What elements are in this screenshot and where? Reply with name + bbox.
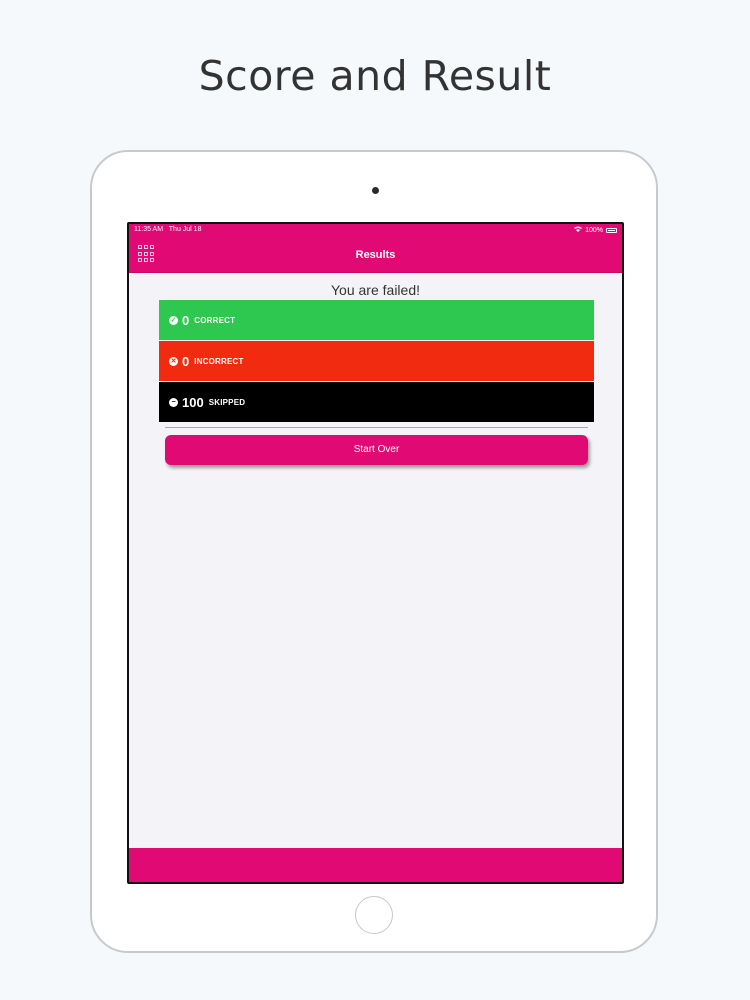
divider <box>165 427 588 428</box>
correct-count: 0 <box>182 312 190 328</box>
stat-row-correct: ✓ 0 CORRECT <box>159 300 594 340</box>
battery-percent: 100% <box>585 226 603 234</box>
skipped-label: SKIPPED <box>208 397 246 407</box>
check-circle-icon: ✓ <box>169 315 178 325</box>
camera-dot <box>372 187 379 194</box>
incorrect-label: INCORRECT <box>194 356 244 366</box>
home-button[interactable] <box>355 896 393 934</box>
battery-icon <box>606 227 617 233</box>
wifi-icon <box>574 226 583 234</box>
stat-row-incorrect: ✕ 0 INCORRECT <box>159 341 594 381</box>
app-screen: 11:35 AM Thu Jul 18 100% Results You are… <box>129 224 622 882</box>
minus-circle-icon: − <box>169 397 178 407</box>
status-time-date: 11:35 AM Thu Jul 18 <box>134 226 201 233</box>
nav-bar: Results <box>129 236 622 273</box>
incorrect-count: 0 <box>182 353 190 369</box>
stat-row-skipped: − 100 SKIPPED <box>159 382 594 422</box>
nav-title: Results <box>355 249 396 261</box>
status-time: 11:35 AM <box>134 226 164 233</box>
device-screen: 11:35 AM Thu Jul 18 100% Results You are… <box>127 222 624 884</box>
status-bar: 11:35 AM Thu Jul 18 100% <box>129 224 622 236</box>
status-right: 100% <box>574 226 617 234</box>
promo-title: Score and Result <box>198 52 552 100</box>
result-message: You are failed! <box>331 282 420 298</box>
ipad-frame: 11:35 AM Thu Jul 18 100% Results You are… <box>90 150 658 953</box>
bottom-bar <box>129 848 622 882</box>
start-over-button[interactable]: Start Over <box>165 435 588 465</box>
skipped-count: 100 <box>182 394 204 410</box>
status-date: Thu Jul 18 <box>168 226 202 233</box>
x-circle-icon: ✕ <box>169 356 178 366</box>
correct-label: CORRECT <box>194 315 236 325</box>
